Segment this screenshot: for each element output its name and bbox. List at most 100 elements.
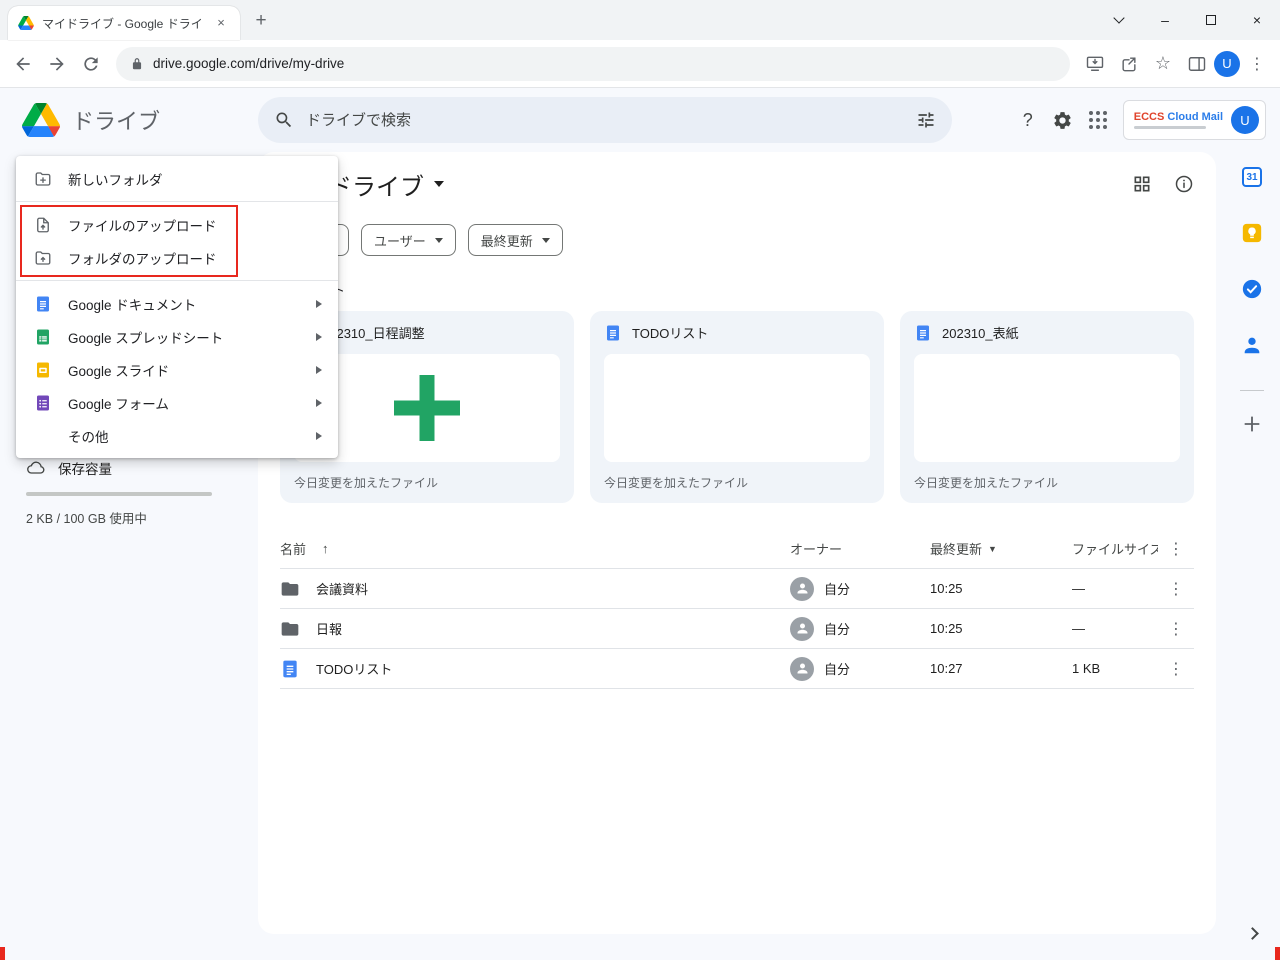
storage-label: 保存容量 bbox=[58, 462, 112, 477]
account-brand-suffix: Cloud Mail bbox=[1167, 110, 1223, 123]
url-text: drive.google.com/drive/my-drive bbox=[153, 56, 345, 71]
back-button[interactable] bbox=[6, 47, 40, 81]
sheets-icon bbox=[37, 329, 49, 344]
menu-item-google-slides[interactable]: Google スライド bbox=[16, 353, 338, 386]
share-icon[interactable] bbox=[1112, 47, 1146, 81]
table-row[interactable]: TODOリスト 自分 10:27 1 KB ⋮ bbox=[280, 649, 1194, 689]
side-panel-icon[interactable] bbox=[1180, 47, 1214, 81]
file-size: 1 KB bbox=[1072, 661, 1101, 676]
docs-icon bbox=[37, 296, 49, 311]
drive-header: ドライブ ? ECCS Cloud Mail U bbox=[0, 88, 1280, 152]
column-header-size[interactable]: ファイルサイズ bbox=[1072, 539, 1158, 558]
maximize-icon bbox=[1206, 15, 1216, 25]
browser-menu-icon[interactable]: ⋮ bbox=[1240, 47, 1274, 81]
table-options-icon[interactable]: ⋮ bbox=[1158, 539, 1194, 559]
file-name: 日報 bbox=[316, 622, 343, 637]
suggested-card[interactable]: 202310_表紙 今日変更を加えたファイル bbox=[900, 311, 1194, 503]
file-size: — bbox=[1072, 621, 1085, 636]
google-apps-icon[interactable] bbox=[1088, 111, 1107, 129]
contacts-icon[interactable] bbox=[1241, 334, 1263, 356]
browser-avatar[interactable]: U bbox=[1214, 50, 1240, 77]
search-input[interactable] bbox=[306, 111, 904, 129]
forms-icon bbox=[37, 395, 49, 410]
drive-logo-icon bbox=[22, 103, 60, 137]
column-header-modified[interactable]: 最終更新 ▼ bbox=[930, 539, 1072, 558]
folder-upload-icon bbox=[35, 250, 51, 265]
account-badge[interactable]: ECCS Cloud Mail U bbox=[1122, 100, 1266, 140]
menu-item-file-upload[interactable]: ファイルのアップロード bbox=[16, 208, 338, 241]
lock-icon bbox=[132, 57, 142, 69]
window-minimize-button[interactable]: – bbox=[1142, 0, 1188, 40]
storage-usage-text: 2 KB / 100 GB 使用中 bbox=[26, 512, 147, 526]
menu-item-google-docs[interactable]: Google ドキュメント bbox=[16, 287, 338, 320]
keep-icon[interactable] bbox=[1241, 222, 1263, 244]
card-reason: 今日変更を加えたファイル bbox=[604, 476, 749, 490]
suggested-card[interactable]: TODOリスト 今日変更を加えたファイル bbox=[590, 311, 884, 503]
suggested-section-label: 候補リスト bbox=[280, 280, 1194, 299]
column-header-name[interactable]: 名前 ↑ bbox=[280, 539, 790, 558]
owner-avatar bbox=[790, 576, 814, 601]
window-chevron-button[interactable] bbox=[1096, 0, 1142, 40]
search-options-icon[interactable] bbox=[916, 110, 936, 130]
workspace-side-rail: 31 bbox=[1224, 152, 1280, 960]
drive-favicon-icon bbox=[18, 16, 34, 30]
menu-icon-spacer bbox=[34, 427, 52, 445]
info-icon[interactable] bbox=[1174, 174, 1194, 194]
chevron-down-icon bbox=[541, 237, 550, 243]
browser-tab[interactable]: マイドライブ - Google ドライブ × bbox=[8, 6, 240, 40]
row-options-icon[interactable]: ⋮ bbox=[1158, 579, 1194, 599]
new-folder-icon bbox=[35, 171, 51, 186]
slides-icon bbox=[37, 362, 49, 377]
filter-chip-people[interactable]: ユーザー bbox=[361, 224, 456, 256]
install-app-icon[interactable] bbox=[1078, 47, 1112, 81]
annotation-corner-mark bbox=[1275, 947, 1280, 960]
address-bar[interactable]: drive.google.com/drive/my-drive bbox=[116, 46, 1070, 81]
grid-view-toggle-icon[interactable] bbox=[1132, 174, 1152, 194]
menu-item-new-folder[interactable]: 新しいフォルダ bbox=[16, 162, 338, 195]
column-header-owner[interactable]: オーナー bbox=[790, 539, 930, 558]
drive-logo-home[interactable]: ドライブ bbox=[0, 103, 258, 137]
menu-item-google-sheets[interactable]: Google スプレッドシート bbox=[16, 320, 338, 353]
file-upload-icon bbox=[37, 217, 49, 232]
row-options-icon[interactable]: ⋮ bbox=[1158, 659, 1194, 679]
table-row[interactable]: 会議資料 自分 10:25 — ⋮ bbox=[280, 569, 1194, 609]
row-options-icon[interactable]: ⋮ bbox=[1158, 619, 1194, 639]
account-badge-subtext bbox=[1133, 126, 1206, 130]
annotation-corner-mark bbox=[0, 947, 5, 960]
menu-item-google-forms[interactable]: Google フォーム bbox=[16, 386, 338, 419]
card-title: TODOリスト bbox=[632, 326, 709, 341]
menu-item-folder-upload[interactable]: フォルダのアップロード bbox=[16, 241, 338, 274]
chevron-down-icon bbox=[434, 237, 443, 243]
submenu-arrow-icon bbox=[316, 365, 322, 374]
owner-name: 自分 bbox=[824, 582, 851, 597]
window-maximize-button[interactable] bbox=[1188, 0, 1234, 40]
owner-name: 自分 bbox=[824, 622, 851, 637]
settings-gear-icon[interactable] bbox=[1052, 110, 1073, 131]
card-reason: 今日変更を加えたファイル bbox=[294, 476, 439, 490]
docs-file-icon bbox=[607, 325, 619, 340]
sort-ascending-icon: ↑ bbox=[322, 541, 329, 556]
storage-progress-bar bbox=[26, 492, 212, 496]
tab-close-icon[interactable]: × bbox=[212, 14, 230, 32]
window-close-button[interactable]: × bbox=[1234, 0, 1280, 40]
calendar-icon[interactable]: 31 bbox=[1241, 166, 1263, 188]
title-caret-icon bbox=[434, 181, 444, 187]
search-bar[interactable] bbox=[258, 97, 952, 143]
modified-time: 10:25 bbox=[930, 621, 963, 636]
forward-button[interactable] bbox=[40, 47, 74, 81]
new-tab-button[interactable]: + bbox=[246, 6, 276, 36]
menu-item-more[interactable]: その他 bbox=[16, 419, 338, 452]
account-avatar[interactable]: U bbox=[1231, 106, 1259, 134]
help-icon[interactable]: ? bbox=[1020, 110, 1036, 131]
filter-chip-modified[interactable]: 最終更新 bbox=[467, 224, 563, 256]
bookmark-star-icon[interactable]: ☆ bbox=[1146, 47, 1180, 81]
collapse-panel-icon[interactable] bbox=[1245, 927, 1259, 940]
reload-button[interactable] bbox=[74, 47, 108, 81]
folder-icon bbox=[281, 621, 299, 636]
add-addon-icon[interactable] bbox=[1241, 413, 1263, 435]
rail-divider bbox=[1240, 390, 1264, 391]
file-size: — bbox=[1072, 581, 1085, 596]
submenu-arrow-icon bbox=[316, 398, 322, 407]
table-row[interactable]: 日報 自分 10:25 — ⋮ bbox=[280, 609, 1194, 649]
tasks-icon[interactable] bbox=[1241, 278, 1263, 300]
